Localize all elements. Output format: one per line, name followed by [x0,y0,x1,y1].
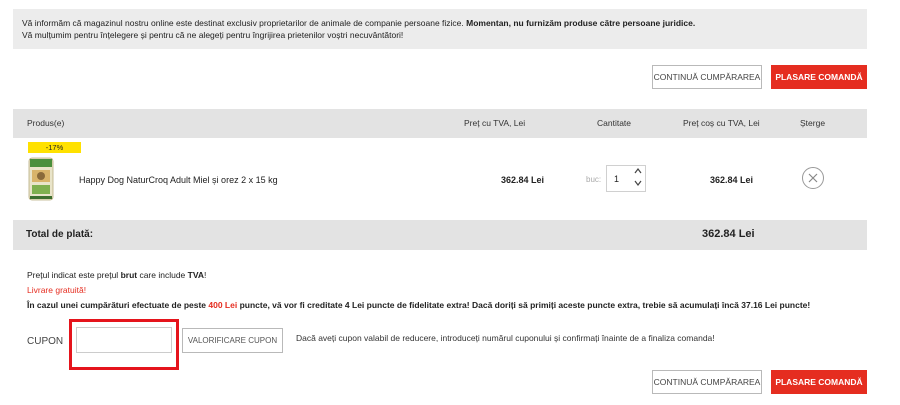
loyalty-info: În cazul unei cumpărături efectuate de p… [27,298,810,313]
coupon-input[interactable] [76,327,172,353]
total-value: 362.84 Lei [702,228,755,240]
notice-text: Vă informăm că magazinul nostru online e… [22,18,467,28]
quantity-value[interactable]: 1 [614,174,619,184]
header-price: Preț cu TVA, Lei [464,118,526,128]
header-delete: Șterge [800,118,826,128]
vat-end: ! [204,270,207,280]
product-name[interactable]: Happy Dog NaturCroq Adult Miel și orez 2… [79,175,278,185]
quantity-unit: buc: [586,175,602,184]
quantity-stepper[interactable]: 1 [606,165,646,192]
vat-tva: TVA [187,270,205,280]
item-total: 362.84 Lei [710,175,754,185]
chevron-up-icon[interactable] [634,168,642,177]
product-price: 362.84 Lei [501,175,545,185]
vat-text: Prețul indicat este prețul [27,270,121,280]
chevron-down-icon[interactable] [634,180,642,189]
vat-brut: brut [120,270,138,280]
cart-item-row: -17% Happy Dog NaturCroq Adult Miel și o… [13,140,867,218]
continue-shopping-button[interactable]: CONTINUĂ CUMPĂRAREA [652,65,762,89]
close-circle-icon[interactable] [802,167,824,189]
discount-badge: -17% [28,142,81,153]
continue-shopping-button-bottom[interactable]: CONTINUĂ CUMPĂRAREA [652,370,762,394]
place-order-button-bottom[interactable]: PLASARE COMANDĂ [771,370,867,394]
coupon-hint: Dacă aveți cupon valabil de reducere, in… [296,333,715,343]
redeem-coupon-button[interactable]: VALORIFICARE CUPON [182,328,283,353]
notice-text-bold: Momentan, nu furnizăm produse către pers… [466,18,693,28]
free-delivery: Livrare gratuită! [27,285,87,295]
coupon-label: CUPON [27,336,64,347]
place-order-button[interactable]: PLASARE COMANDĂ [771,65,867,89]
unit-text: buc [586,175,599,184]
product-image[interactable] [27,156,55,202]
cart-info: Prețul indicat este prețul brut care inc… [27,268,810,313]
info-notice: Vă informăm că magazinul nostru online e… [13,9,867,49]
header-cart-price: Preț coș cu TVA, Lei [683,118,760,128]
notice-text-end: . [692,18,696,28]
loyalty-threshold: 400 Lei [208,300,238,310]
vat-text-2: care include [137,270,188,280]
header-product: Produs(e) [27,118,65,128]
loyalty-text: În cazul unei cumpărături efectuate de p… [27,300,209,310]
cart-total-bar: Total de plată: 362.84 Lei [13,220,867,250]
total-label: Total de plată: [26,229,94,240]
notice-thanks: Vă mulțumim pentru înțelegere și pentru … [22,30,404,40]
header-quantity: Cantitate [597,118,632,128]
cart-table-header: Produs(e) Preț cu TVA, Lei Cantitate Pre… [13,109,867,138]
loyalty-text-2: puncte, vă vor fi creditate 4 Lei puncte… [237,300,811,310]
vat-info: Prețul indicat este prețul brut care inc… [27,268,810,283]
